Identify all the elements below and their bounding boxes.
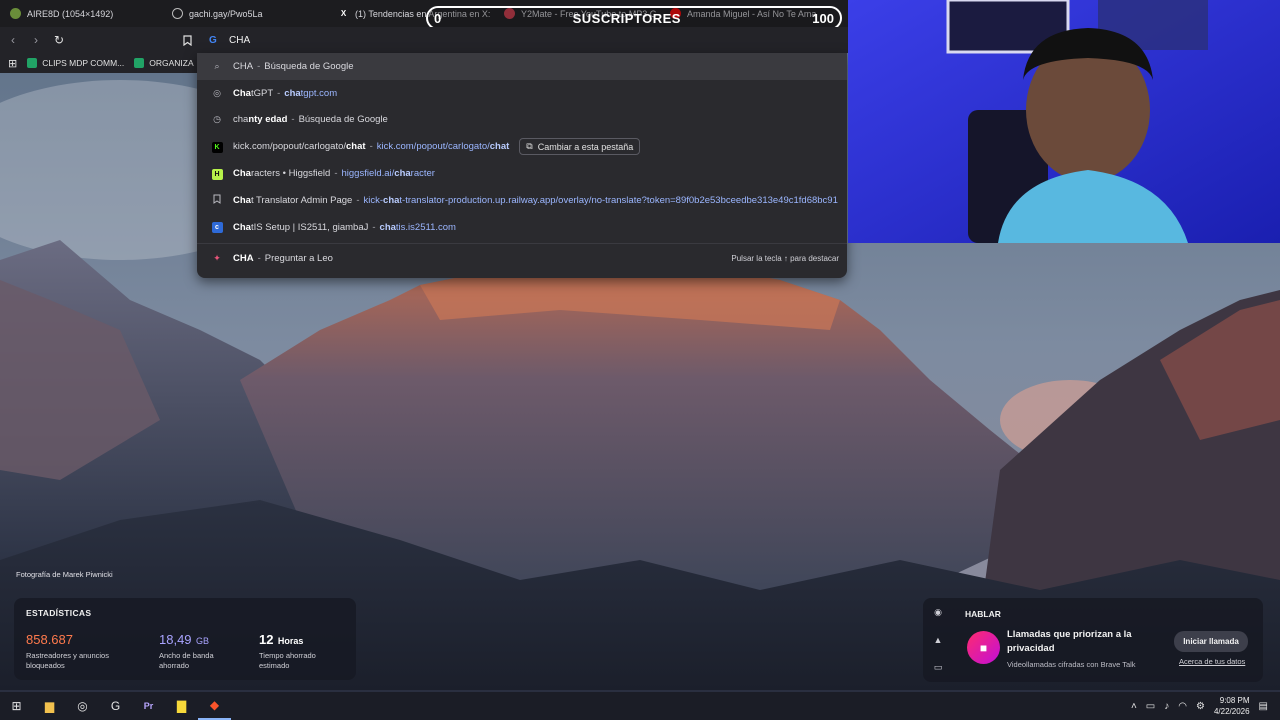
suggestion-chat-translator[interactable]: Cha t Translator Admin Page - kick-chat-t… bbox=[197, 187, 847, 214]
address-bar[interactable]: G CHA bbox=[197, 27, 847, 53]
suggestion-search-cha[interactable]: ⌕ CHA - Búsqueda de Google bbox=[197, 53, 847, 80]
notifications-icon[interactable]: ▤ bbox=[1259, 701, 1268, 712]
reload-icon[interactable]: ↻ bbox=[49, 30, 69, 50]
subscriber-start-count: 0 bbox=[434, 10, 442, 26]
subscriber-goal-count: 100 bbox=[812, 10, 834, 26]
warning-icon[interactable]: ▲ bbox=[934, 635, 943, 645]
volume-icon[interactable]: ♪ bbox=[1164, 701, 1169, 712]
suggestion-url: kick-chat-translator-production.up.railw… bbox=[363, 194, 838, 206]
bookmark-icon bbox=[211, 194, 223, 206]
google-icon: G bbox=[209, 35, 217, 46]
system-tray: ˄ ▭ ♪ ◠ ⚙ 9:08 PM 4/22/2026 ▤ bbox=[1131, 692, 1280, 720]
globe-icon bbox=[172, 8, 183, 19]
suggestion-description: Búsqueda de Google bbox=[298, 114, 388, 126]
omnibox-suggestions-dropdown: ⌕ CHA - Búsqueda de Google ◎ Cha tGPT - c… bbox=[197, 53, 847, 278]
taskbar-clock[interactable]: 9:08 PM 4/22/2026 bbox=[1214, 695, 1250, 717]
suggestion-description: Búsqueda de Google bbox=[264, 60, 354, 72]
tab-title: gachi.gay/Pwo5La bbox=[189, 8, 263, 19]
keyboard-hint: Pulsar la tecla ↑ para destacar bbox=[731, 254, 839, 264]
tab-switch-icon: ⧉ bbox=[526, 141, 533, 152]
about-data-link[interactable]: Acerca de tus datos bbox=[1179, 657, 1245, 666]
suggestion-description: Preguntar a Leo bbox=[264, 253, 333, 265]
brave-browser-icon[interactable]: ◆ bbox=[198, 692, 231, 720]
leo-icon: ✦ bbox=[213, 253, 221, 264]
x-logo-icon: X bbox=[340, 9, 347, 18]
suggestion-url: higgsfield.ai/character bbox=[341, 168, 435, 180]
image-icon bbox=[10, 8, 21, 19]
google-sheets-icon bbox=[134, 58, 145, 68]
divider bbox=[197, 242, 847, 244]
bookmark-clips-mdp[interactable]: CLIPS MDP COMM... bbox=[27, 58, 124, 68]
headset-icon[interactable]: ◠ bbox=[1178, 701, 1187, 712]
suggestion-kick-popout-chat[interactable]: K kick.com/popout/carlogato/chat - kick.… bbox=[197, 133, 847, 160]
settings-gear-icon[interactable]: ⚙ bbox=[1196, 701, 1205, 712]
stat-time-saved: 12 Horas Tiempo ahorrado estimado bbox=[259, 632, 316, 670]
windows-start-icon[interactable]: ⊞ bbox=[0, 692, 33, 720]
kick-icon: K bbox=[211, 141, 223, 153]
stats-title: ESTADÍSTICAS bbox=[26, 608, 92, 618]
suggestion-higgsfield[interactable]: H Cha racters • Higgsfield - higgsfield.a… bbox=[197, 160, 847, 187]
tab-aire8d-image[interactable]: AIRE8D (1054×1492) bbox=[0, 0, 162, 27]
history-icon: ◷ bbox=[213, 114, 221, 125]
suggestion-text: CHA bbox=[233, 60, 254, 72]
widget-side-nav: ◉ ▲ ▭ bbox=[923, 598, 953, 682]
stat-trackers-blocked: 858.687 Rastreadores y anuncios bloqueado… bbox=[26, 632, 109, 670]
webcam-overlay bbox=[848, 0, 1280, 243]
suggestion-ask-leo[interactable]: ✦ CHA - Preguntar a Leo Pulsar la tecla … bbox=[197, 246, 847, 273]
address-bar-input[interactable]: CHA bbox=[229, 35, 250, 46]
windows-taskbar: ⊞ ▆ ◎ G Pr ▇ ◆ ˄ ▭ ♪ ◠ ⚙ 9:08 PM 4/22/20… bbox=[0, 692, 1280, 720]
premiere-icon[interactable]: Pr bbox=[132, 692, 165, 720]
google-sheets-icon bbox=[27, 58, 38, 68]
photo-credit[interactable]: Fotografía de Marek Piwnicki bbox=[16, 570, 113, 579]
shield-icon[interactable]: ◉ bbox=[934, 607, 942, 618]
network-icon[interactable]: ▭ bbox=[1146, 701, 1155, 712]
talk-subtitle: Videollamadas cifradas con Brave Talk bbox=[1007, 660, 1136, 669]
tab-gachi-gay[interactable]: gachi.gay/Pwo5La bbox=[162, 0, 328, 27]
forward-icon[interactable]: › bbox=[26, 30, 46, 50]
bookmark-page-icon[interactable] bbox=[177, 30, 197, 50]
chatis-icon: c bbox=[211, 221, 223, 234]
bookmark-organiza[interactable]: ORGANIZA bbox=[134, 58, 194, 68]
apps-grid-icon[interactable]: ⊞ bbox=[8, 57, 17, 70]
brave-talk-widget: ◉ ▲ ▭ HABLAR ■ Llamadas que priorizan a … bbox=[923, 598, 1263, 682]
back-icon[interactable]: ‹ bbox=[3, 30, 23, 50]
bookmark-label: ORGANIZA bbox=[149, 58, 194, 68]
g-hub-icon[interactable]: G bbox=[99, 692, 132, 720]
sticky-notes-icon[interactable]: ▇ bbox=[165, 692, 198, 720]
openai-icon: ◎ bbox=[213, 87, 221, 98]
suggestion-url: chatis.is2511.com bbox=[379, 221, 456, 233]
suggestion-url: chatgpt.com bbox=[284, 87, 338, 99]
talk-headline: Llamadas que priorizan a la privacidad bbox=[1007, 629, 1132, 654]
suggestion-chanty-edad[interactable]: ◷ cha nty edad - Búsqueda de Google bbox=[197, 107, 847, 134]
video-call-icon: ■ bbox=[967, 631, 1000, 664]
suggestion-chatis-setup[interactable]: c Cha tIS Setup | IS2511, giambaJ - chati… bbox=[197, 214, 847, 241]
suggestion-chatgpt[interactable]: ◎ Cha tGPT - chatgpt.com bbox=[197, 80, 847, 107]
camera-icon[interactable]: ▭ bbox=[934, 662, 943, 673]
subscriber-goal-label: SUSCRIPTORES bbox=[572, 10, 681, 26]
file-explorer-icon[interactable]: ▆ bbox=[33, 692, 66, 720]
stat-bandwidth-saved: 18,49 GB Ancho de banda ahorrado bbox=[159, 632, 214, 670]
brave-stats-widget: ESTADÍSTICAS 858.687 Rastreadores y anun… bbox=[14, 598, 356, 680]
higgsfield-icon: H bbox=[211, 168, 223, 180]
obs-icon[interactable]: ◎ bbox=[66, 692, 99, 720]
suggestion-url: kick.com/popout/carlogato/chat bbox=[376, 141, 510, 153]
talk-title: HABLAR bbox=[965, 609, 1001, 619]
switch-to-tab-button[interactable]: ⧉ Cambiar a esta pestaña bbox=[519, 138, 641, 156]
bookmarks-bar: ⊞ CLIPS MDP COMM... ORGANIZA bbox=[0, 53, 200, 73]
streamer-webcam-image bbox=[848, 0, 1280, 243]
start-call-button[interactable]: Iniciar llamada bbox=[1174, 631, 1248, 652]
search-icon: ⌕ bbox=[214, 60, 220, 71]
bookmark-label: CLIPS MDP COMM... bbox=[42, 58, 125, 68]
tab-title: AIRE8D (1054×1492) bbox=[27, 8, 114, 19]
chevron-up-icon[interactable]: ˄ bbox=[1131, 701, 1137, 712]
